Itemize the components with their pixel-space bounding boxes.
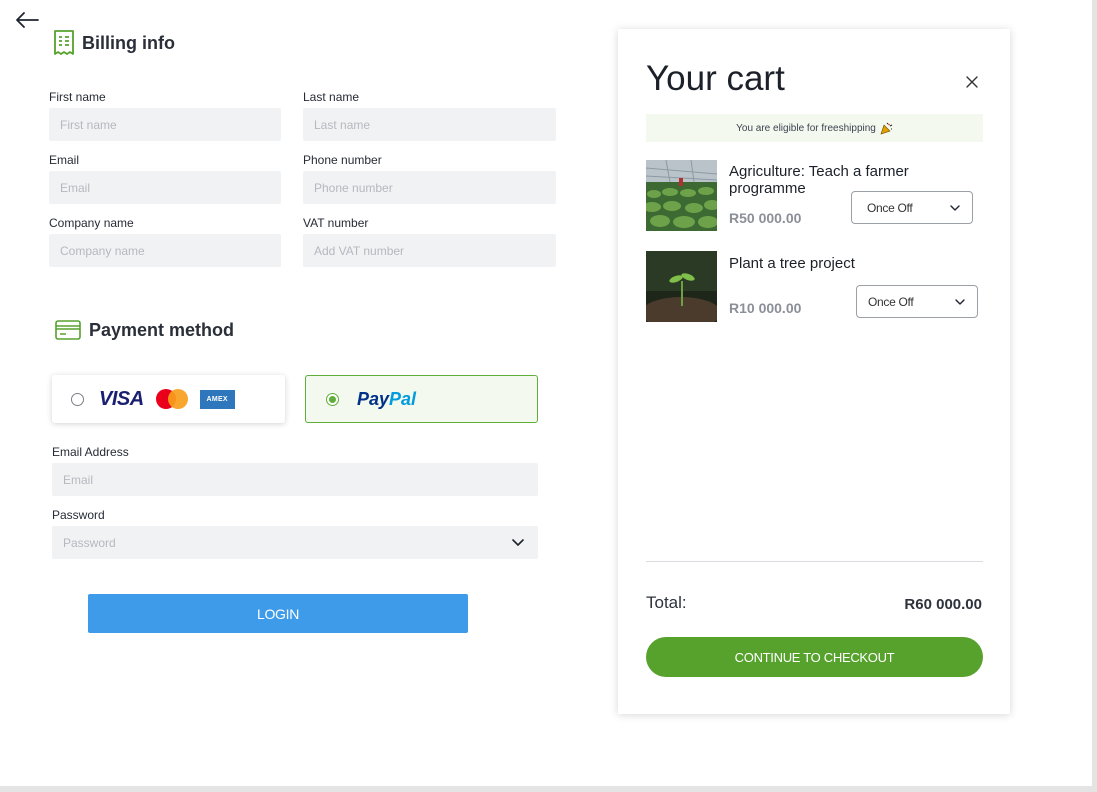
continue-to-checkout-button[interactable]: CONTINUE TO CHECKOUT	[646, 637, 983, 677]
paypal-email-field[interactable]	[52, 463, 538, 496]
email-address-label: Email Address	[52, 445, 129, 459]
chevron-down-icon	[512, 539, 524, 546]
company-field[interactable]	[49, 234, 281, 267]
receipt-icon	[54, 30, 74, 55]
credit-card-icon	[55, 320, 81, 340]
cart-item-price: R50 000.00	[729, 210, 802, 226]
free-shipping-text: You are eligible for freeshipping	[736, 122, 876, 134]
vat-label: VAT number	[303, 216, 369, 230]
phone-label: Phone number	[303, 153, 382, 167]
tree-item-image	[646, 251, 717, 322]
paypal-payment-option[interactable]: PayPal	[305, 375, 538, 423]
billing-info-title: Billing info	[82, 32, 175, 53]
payment-method-title: Payment method	[89, 319, 235, 340]
phone-field[interactable]	[303, 171, 556, 204]
frequency-value: Once Off	[868, 295, 914, 309]
free-shipping-banner: You are eligible for freeshipping	[646, 114, 983, 142]
first-name-field[interactable]	[49, 108, 281, 141]
cart-divider	[646, 561, 983, 562]
paypal-radio[interactable]	[326, 392, 339, 406]
paypal-logo-part1: Pay	[357, 388, 390, 409]
cart-item-name: Plant a tree project	[729, 255, 855, 272]
last-name-field[interactable]	[303, 108, 556, 141]
company-label: Company name	[49, 216, 134, 230]
password-field[interactable]: Password	[52, 526, 538, 559]
payment-method-heading: Payment method	[55, 319, 234, 341]
chevron-down-icon	[955, 299, 965, 305]
amex-logo: AMEX	[199, 389, 235, 409]
total-value: R60 000.00	[904, 596, 982, 613]
chevron-down-icon	[950, 205, 960, 211]
paypal-logo-part2: Pal	[389, 388, 417, 409]
cart-item-price: R10 000.00	[729, 300, 802, 316]
checkout-page: Billing info First name Last name Email …	[0, 0, 1092, 786]
vat-field[interactable]	[303, 234, 556, 267]
frequency-select[interactable]: Once Off	[856, 285, 978, 318]
password-placeholder: Password	[63, 536, 116, 550]
card-payment-option[interactable]: VISA AMEX	[52, 375, 285, 423]
paypal-logo: PayPal	[357, 389, 416, 410]
cart-title: Your cart	[646, 59, 785, 98]
billing-info-heading: Billing info	[53, 30, 175, 56]
password-label: Password	[52, 508, 105, 522]
agriculture-item-image	[646, 160, 717, 231]
email-field[interactable]	[49, 171, 281, 204]
total-label: Total:	[646, 593, 687, 612]
mastercard-logo	[155, 388, 190, 410]
email-label: Email	[49, 153, 80, 167]
visa-logo: VISA	[99, 387, 144, 410]
arrow-left-icon[interactable]	[14, 10, 40, 30]
close-icon[interactable]	[965, 75, 979, 89]
card-radio[interactable]	[71, 392, 84, 406]
party-popper-icon	[880, 122, 893, 134]
last-name-label: Last name	[303, 90, 360, 104]
first-name-label: First name	[49, 90, 106, 104]
frequency-value: Once Off	[867, 201, 913, 215]
frequency-select[interactable]: Once Off	[851, 191, 973, 224]
cart-panel: Your cart You are eligible for freeshipp…	[618, 29, 1010, 714]
login-button[interactable]: LOGIN	[88, 594, 468, 633]
